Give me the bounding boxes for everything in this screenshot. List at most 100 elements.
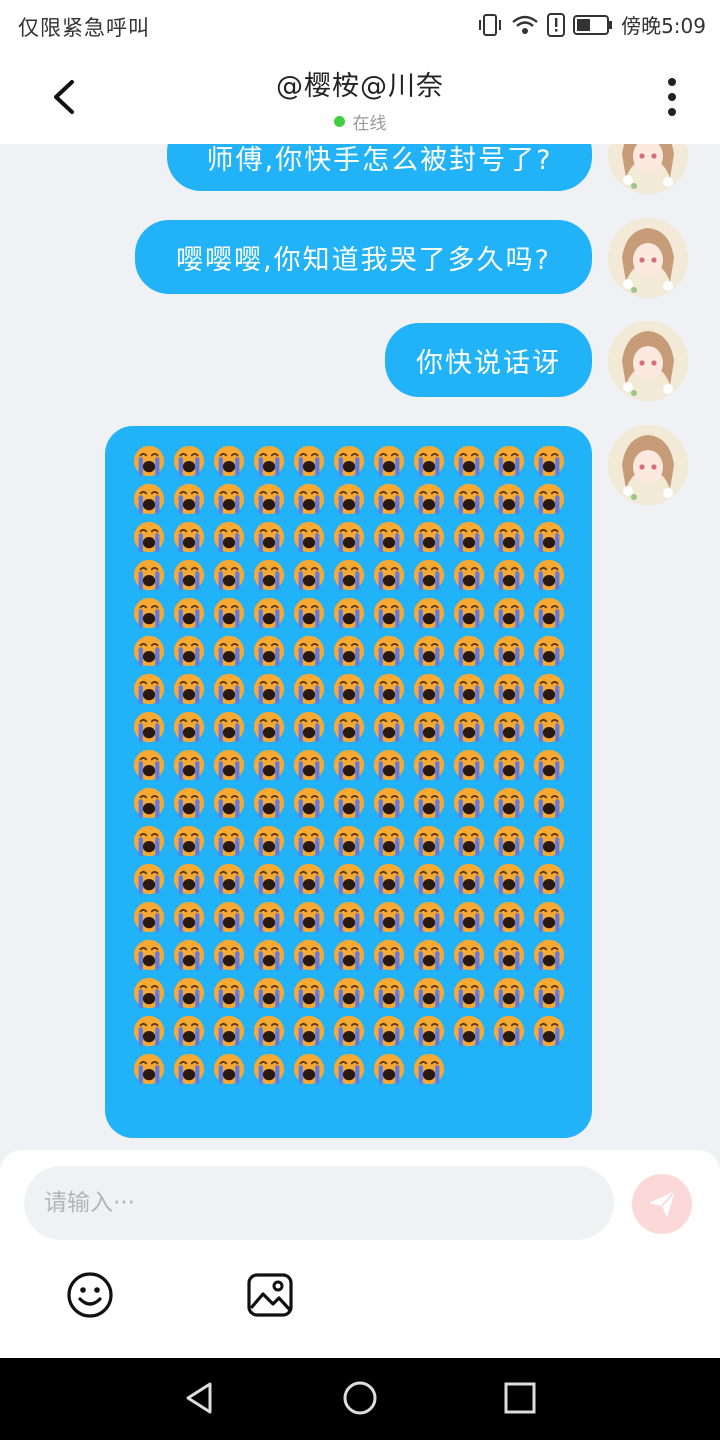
nav-back-button[interactable] xyxy=(180,1378,220,1418)
crying-face-emoji-icon xyxy=(169,556,209,594)
crying-face-emoji-icon xyxy=(369,936,409,974)
crying-face-emoji-icon xyxy=(529,974,569,1012)
back-button[interactable] xyxy=(40,72,90,122)
crying-face-emoji-icon xyxy=(529,1012,569,1050)
nav-home-button[interactable] xyxy=(340,1378,380,1418)
nav-recents-button[interactable] xyxy=(500,1378,540,1418)
message-bubble[interactable]: 师傅,你快手怎么被封号了? xyxy=(167,144,592,191)
crying-face-emoji-icon xyxy=(169,1050,209,1088)
crying-face-emoji-icon xyxy=(449,518,489,556)
crying-face-emoji-icon xyxy=(409,594,449,632)
crying-face-emoji-icon xyxy=(289,1012,329,1050)
crying-face-emoji-icon xyxy=(409,746,449,784)
wifi-icon xyxy=(512,15,538,34)
crying-face-emoji-icon xyxy=(409,518,449,556)
image-button[interactable] xyxy=(245,1270,295,1320)
crying-face-emoji-icon xyxy=(369,708,409,746)
crying-face-emoji-icon xyxy=(449,670,489,708)
emoji-message-bubble[interactable] xyxy=(105,426,592,1138)
crying-face-emoji-icon xyxy=(409,480,449,518)
crying-face-emoji-icon xyxy=(489,556,529,594)
avatar[interactable] xyxy=(608,425,688,505)
presence-status: 在线 xyxy=(160,109,560,134)
crying-face-emoji-icon xyxy=(329,632,369,670)
crying-face-emoji-icon xyxy=(489,594,529,632)
crying-face-emoji-icon xyxy=(329,1050,369,1088)
crying-face-emoji-icon xyxy=(529,822,569,860)
crying-face-emoji-icon xyxy=(289,594,329,632)
paper-plane-icon xyxy=(649,1190,676,1217)
chat-message-list[interactable]: 师傅,你快手怎么被封号了? 嘤嘤嘤,你知道我哭了多久吗? 你快说话讶 xyxy=(0,144,720,1150)
crying-face-emoji-icon xyxy=(449,860,489,898)
crying-face-emoji-icon xyxy=(329,822,369,860)
message-bubble[interactable]: 嘤嘤嘤,你知道我哭了多久吗? xyxy=(135,220,592,294)
avatar[interactable] xyxy=(608,218,688,298)
status-bar: 仅限紧急呼叫 傍晚5:09 xyxy=(0,0,720,50)
emoji-button[interactable] xyxy=(65,1270,115,1320)
emoji-grid xyxy=(129,442,569,1088)
home-circle-icon xyxy=(343,1381,377,1415)
crying-face-emoji-icon xyxy=(209,518,249,556)
crying-face-emoji-icon xyxy=(289,974,329,1012)
crying-face-emoji-icon xyxy=(369,1050,409,1088)
crying-face-emoji-icon xyxy=(529,518,569,556)
crying-face-emoji-icon xyxy=(489,480,529,518)
presence-label: 在线 xyxy=(352,114,387,134)
crying-face-emoji-icon xyxy=(169,898,209,936)
crying-face-emoji-icon xyxy=(449,594,489,632)
more-vertical-icon xyxy=(668,78,676,116)
crying-face-emoji-icon xyxy=(449,556,489,594)
crying-face-emoji-icon xyxy=(449,898,489,936)
crying-face-emoji-icon xyxy=(409,898,449,936)
crying-face-emoji-icon xyxy=(289,936,329,974)
crying-face-emoji-icon xyxy=(129,708,169,746)
message-bubble[interactable]: 你快说话讶 xyxy=(385,323,592,397)
crying-face-emoji-icon xyxy=(409,974,449,1012)
crying-face-emoji-icon xyxy=(169,594,209,632)
crying-face-emoji-icon xyxy=(249,936,289,974)
more-options-button[interactable] xyxy=(652,74,692,120)
crying-face-emoji-icon xyxy=(169,442,209,480)
crying-face-emoji-icon xyxy=(409,556,449,594)
crying-face-emoji-icon xyxy=(329,594,369,632)
crying-face-emoji-icon xyxy=(249,670,289,708)
crying-face-emoji-icon xyxy=(249,632,289,670)
crying-face-emoji-icon xyxy=(529,594,569,632)
crying-face-emoji-icon xyxy=(449,974,489,1012)
message-text: 师傅,你快手怎么被封号了? xyxy=(206,145,553,176)
crying-face-emoji-icon xyxy=(529,442,569,480)
crying-face-emoji-icon xyxy=(449,708,489,746)
crying-face-emoji-icon xyxy=(489,746,529,784)
crying-face-emoji-icon xyxy=(529,936,569,974)
avatar[interactable] xyxy=(608,144,688,194)
crying-face-emoji-icon xyxy=(289,1050,329,1088)
crying-face-emoji-icon xyxy=(129,442,169,480)
crying-face-emoji-icon xyxy=(369,784,409,822)
avatar[interactable] xyxy=(608,321,688,401)
crying-face-emoji-icon xyxy=(209,480,249,518)
crying-face-emoji-icon xyxy=(129,518,169,556)
message-input[interactable] xyxy=(24,1166,614,1240)
crying-face-emoji-icon xyxy=(409,936,449,974)
chevron-left-icon xyxy=(54,80,74,114)
crying-face-emoji-icon xyxy=(169,518,209,556)
crying-face-emoji-icon xyxy=(529,670,569,708)
crying-face-emoji-icon xyxy=(209,822,249,860)
crying-face-emoji-icon xyxy=(369,974,409,1012)
composer-panel xyxy=(0,1150,720,1358)
crying-face-emoji-icon xyxy=(249,594,289,632)
crying-face-emoji-icon xyxy=(209,594,249,632)
crying-face-emoji-icon xyxy=(489,632,529,670)
crying-face-emoji-icon xyxy=(249,974,289,1012)
crying-face-emoji-icon xyxy=(169,822,209,860)
avatar-image xyxy=(608,144,688,194)
contact-info[interactable]: @樱桉@川奈 在线 xyxy=(160,64,560,134)
send-button[interactable] xyxy=(632,1174,692,1234)
crying-face-emoji-icon xyxy=(289,442,329,480)
crying-face-emoji-icon xyxy=(249,480,289,518)
crying-face-emoji-icon xyxy=(369,860,409,898)
crying-face-emoji-icon xyxy=(129,860,169,898)
crying-face-emoji-icon xyxy=(329,518,369,556)
crying-face-emoji-icon xyxy=(289,898,329,936)
crying-face-emoji-icon xyxy=(449,936,489,974)
